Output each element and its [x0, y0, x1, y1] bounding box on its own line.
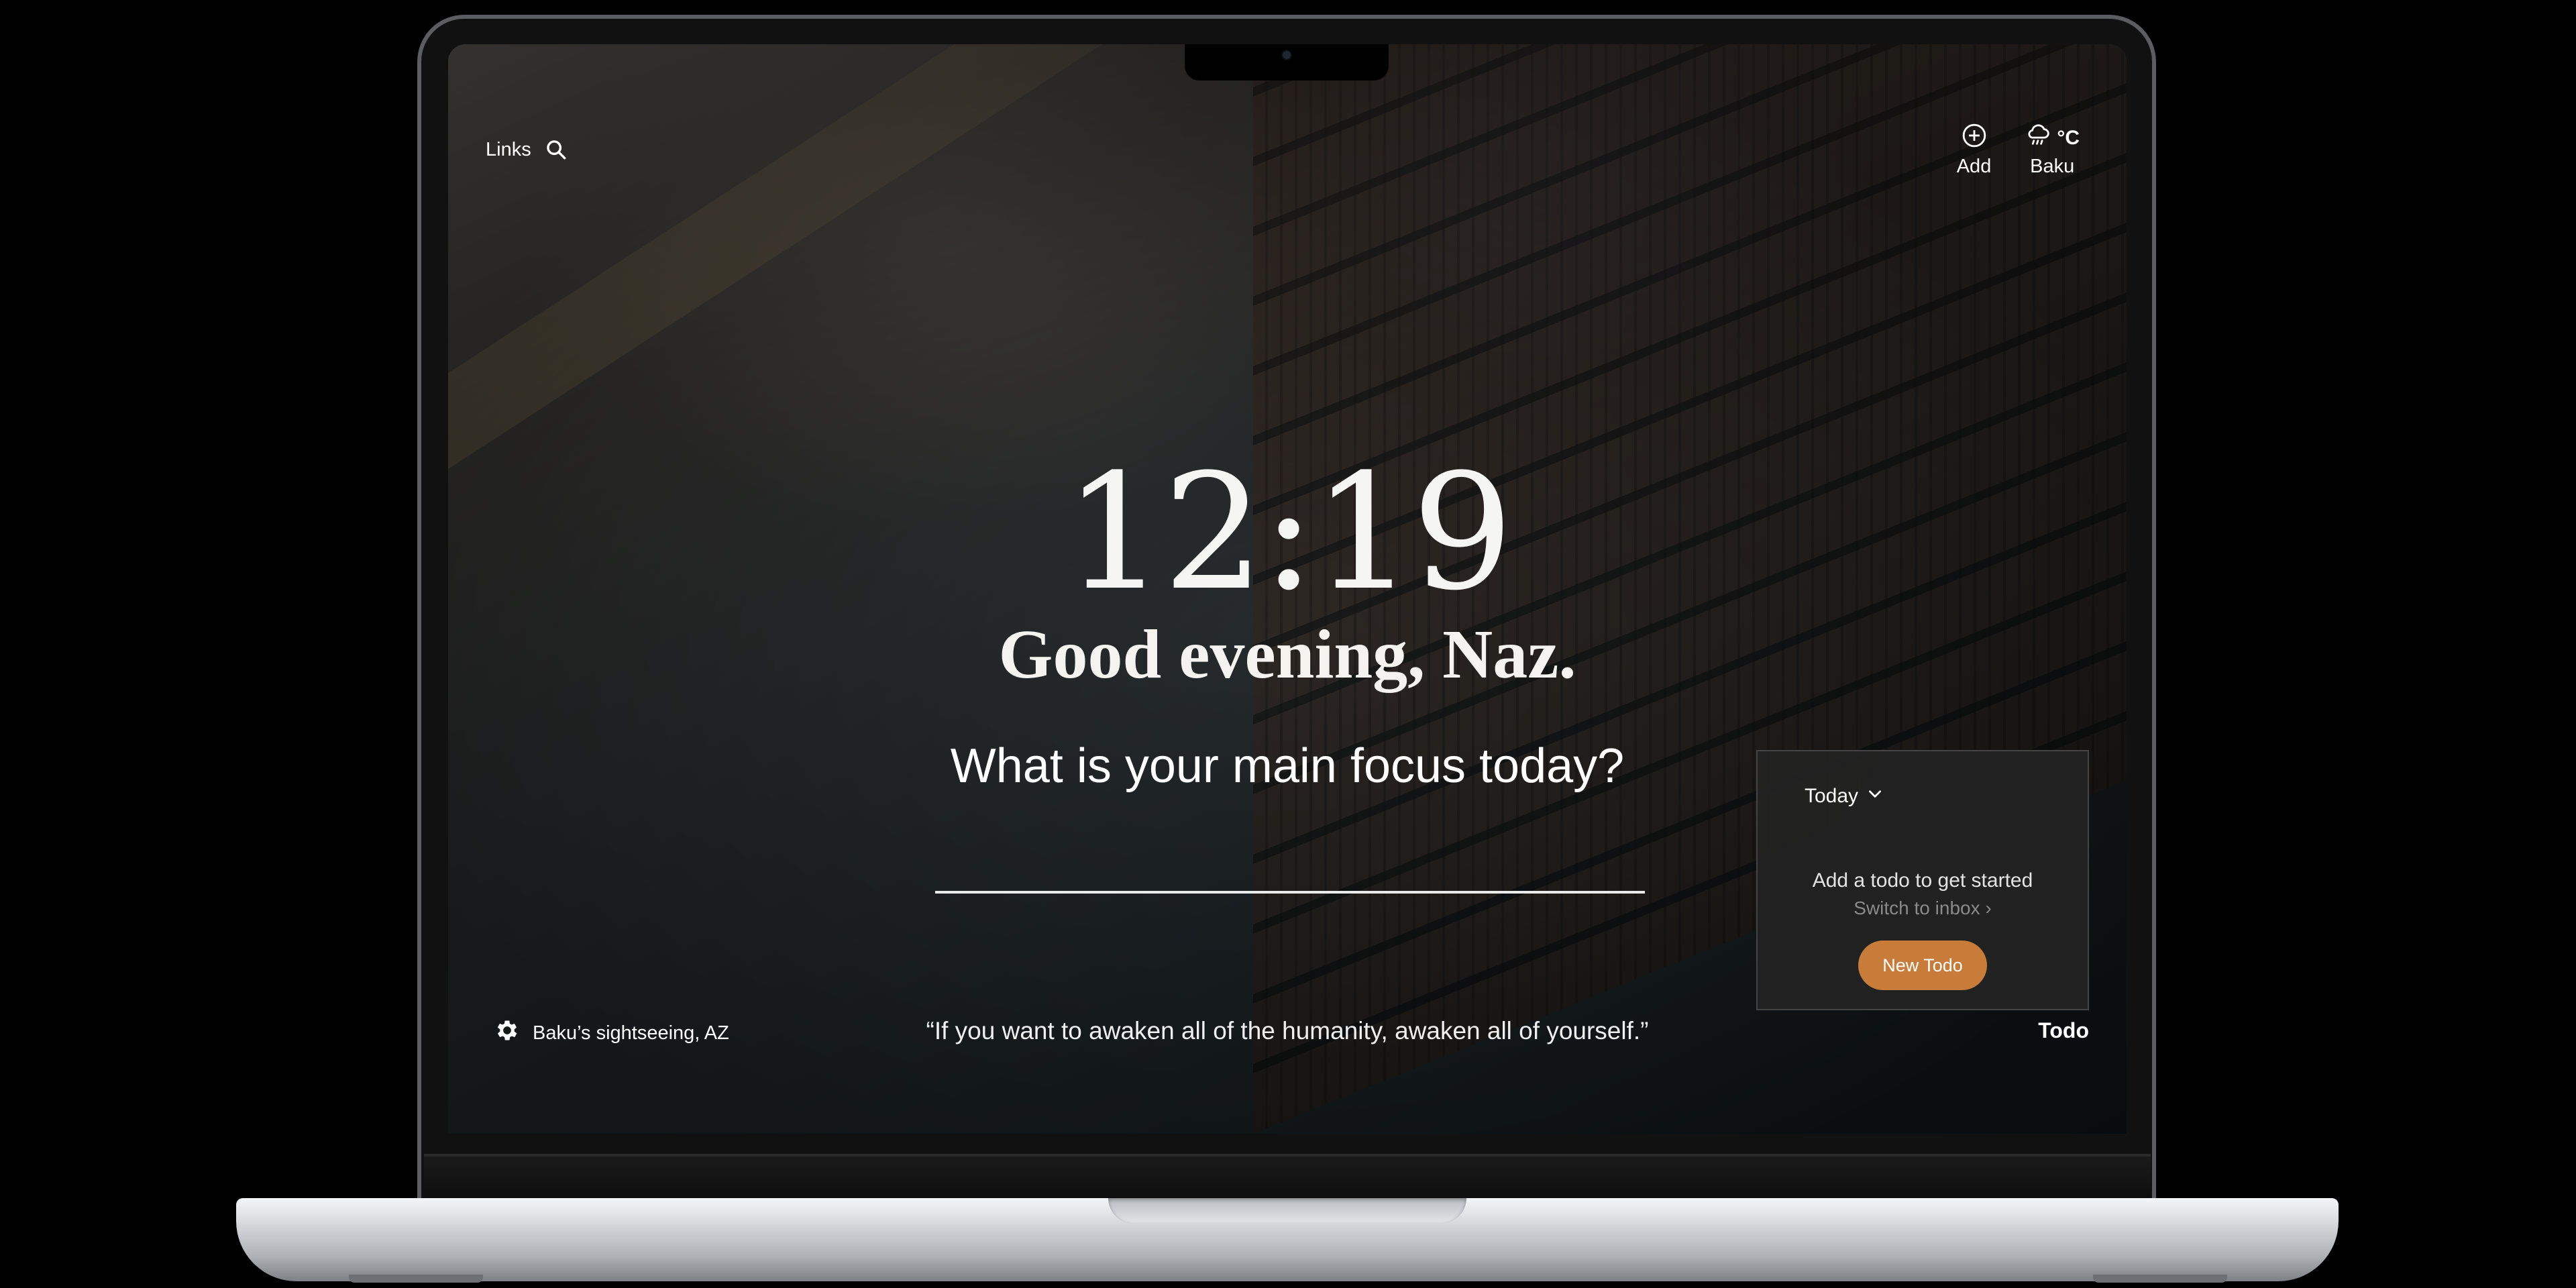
links-menu[interactable]: Links: [486, 138, 568, 161]
todo-toggle[interactable]: Todo: [2038, 1018, 2089, 1043]
laptop-chin: [424, 1154, 2151, 1202]
todo-panel: Today Add a todo to get started Switch t…: [1756, 750, 2089, 1010]
plus-circle-icon[interactable]: [1962, 123, 1987, 154]
clock-time: 12:19: [1064, 440, 1513, 626]
daily-quote[interactable]: “If you want to awaken all of the humani…: [448, 1017, 2127, 1045]
search-icon[interactable]: [545, 138, 568, 161]
laptop-foot-left: [349, 1275, 483, 1283]
weather-location: Baku: [2030, 156, 2075, 177]
focus-input[interactable]: [935, 822, 1645, 894]
chevron-right-icon[interactable]: ›: [1985, 898, 1991, 918]
chevron-down-icon[interactable]: [1866, 785, 1884, 808]
laptop-screen: Links Add °C Baku 12:19 Good evening, Na…: [448, 44, 2127, 1134]
laptop-foot-right: [2093, 1275, 2227, 1283]
switch-to-inbox-label[interactable]: Switch to inbox: [1854, 898, 1980, 918]
add-button[interactable]: Add: [1957, 123, 1992, 178]
new-todo-button[interactable]: New Todo: [1858, 941, 1987, 990]
greeting: Good evening, Naz.: [998, 616, 1576, 693]
todo-empty-message: Add a todo to get started: [1812, 869, 2033, 892]
momentum-dashboard: Links Add °C Baku 12:19 Good evening, Na…: [448, 44, 2127, 1134]
weather-unit: °C: [2057, 127, 2080, 149]
switch-to-inbox-link[interactable]: Switch to inbox ›: [1758, 898, 2088, 919]
add-label[interactable]: Add: [1957, 156, 1992, 178]
todo-list-selector[interactable]: Today: [1805, 785, 1884, 808]
todo-list-label[interactable]: Today: [1805, 785, 1858, 808]
camera-icon: [1283, 51, 1291, 59]
top-right-widgets: Add °C Baku: [1957, 123, 2080, 178]
links-label[interactable]: Links: [486, 139, 531, 161]
camera-notch: [1185, 44, 1389, 80]
laptop-opening-notch: [1108, 1198, 1466, 1224]
weather-widget[interactable]: °C Baku: [2025, 123, 2080, 178]
cloud-rain-icon: [2025, 123, 2051, 154]
